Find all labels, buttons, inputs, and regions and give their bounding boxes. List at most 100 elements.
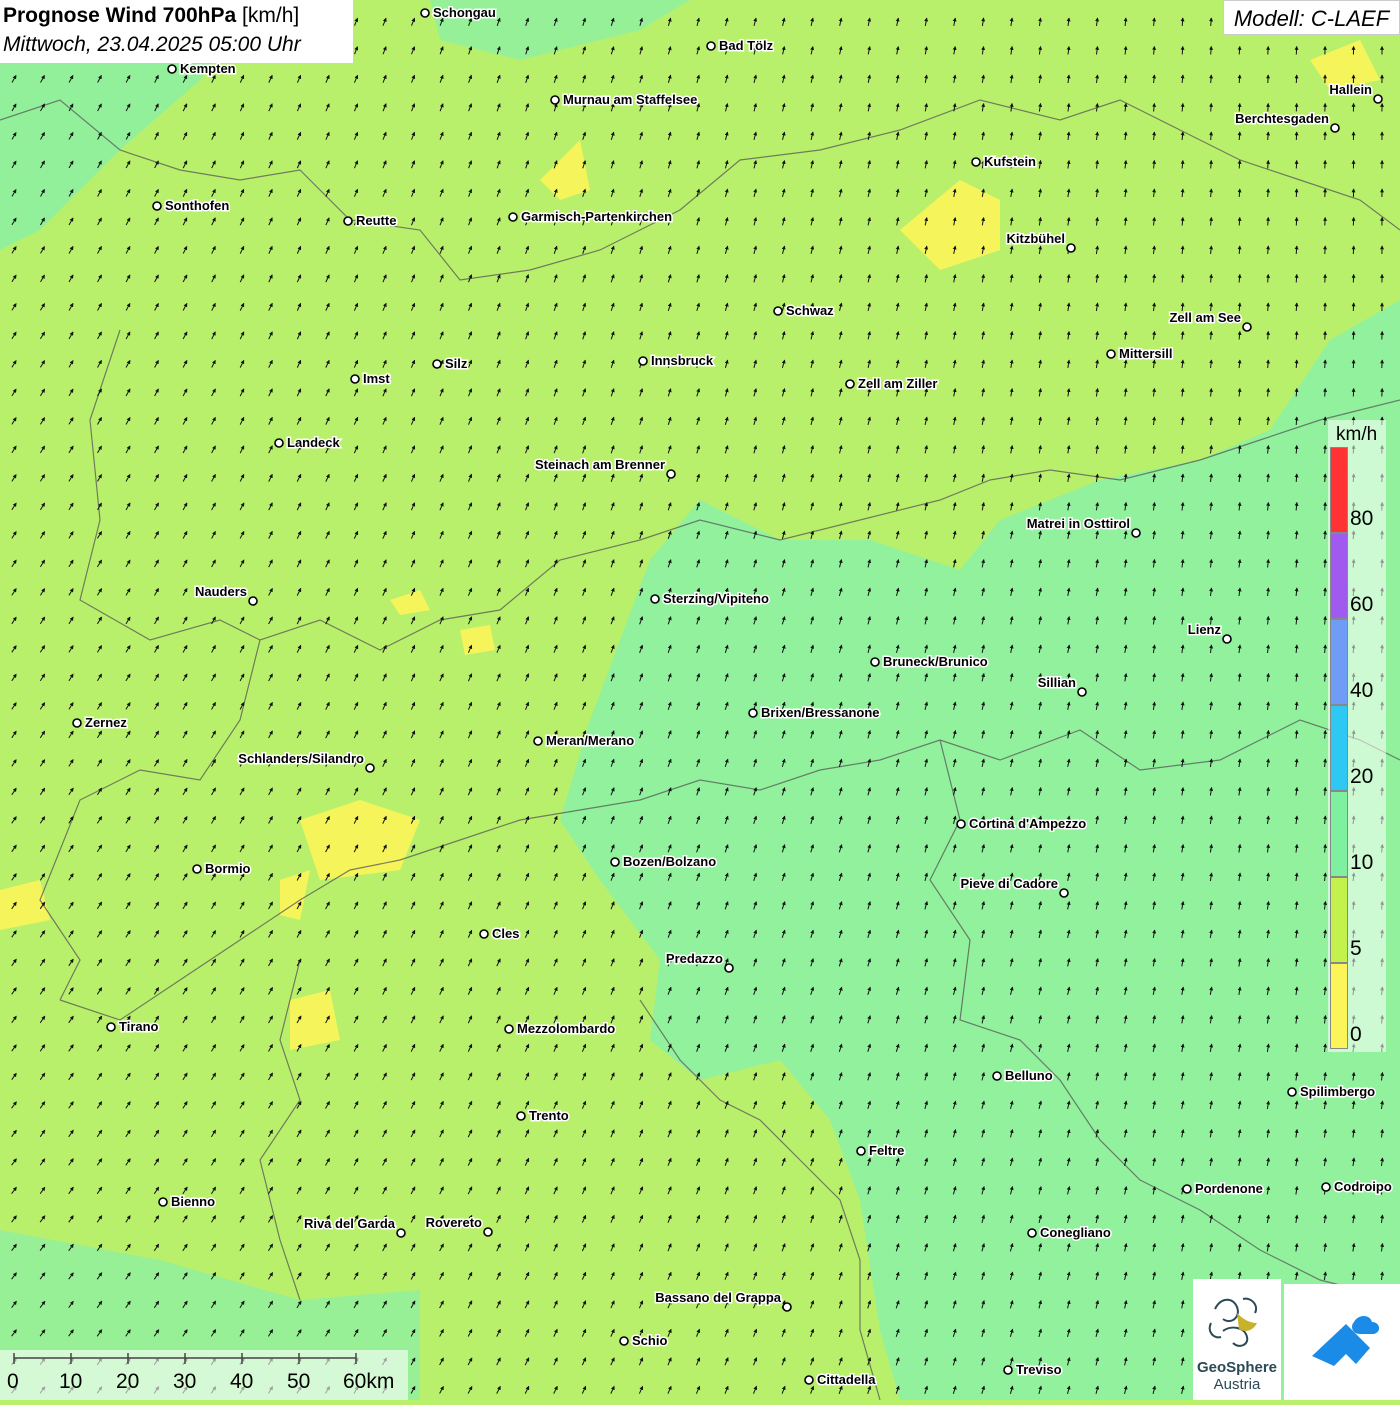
title-main: Prognose Wind 700hPa xyxy=(3,4,236,27)
city-marker-icon xyxy=(749,709,757,717)
legend-unit: km/h xyxy=(1336,424,1377,446)
city-label: Feltre xyxy=(869,1143,904,1158)
city-marker-icon xyxy=(484,1228,492,1236)
city-label: Zell am Ziller xyxy=(858,376,937,391)
map-title: Prognose Wind 700hPa [km/h] xyxy=(3,0,353,31)
app-cloud-icon xyxy=(1284,1284,1400,1400)
legend-color-segment xyxy=(1330,447,1348,533)
city-marker-icon xyxy=(159,1198,167,1206)
city-label: Bormio xyxy=(205,861,251,876)
city-label: Kitzbühel xyxy=(1007,231,1066,246)
city-label: Garmisch-Partenkirchen xyxy=(521,209,672,224)
city-label: Pieve di Cadore xyxy=(960,876,1058,891)
city-marker-icon xyxy=(805,1376,813,1384)
legend-tick-label: 60 xyxy=(1350,593,1373,617)
city-marker-icon xyxy=(517,1112,525,1120)
scale-label: 30 xyxy=(173,1370,196,1394)
city-label: Sterzing/Vipiteno xyxy=(663,591,769,606)
city-label: Imst xyxy=(363,371,390,386)
legend-color-segment xyxy=(1330,791,1348,877)
city-meran-merano: Meran/Merano xyxy=(534,733,634,748)
city-marker-icon xyxy=(73,719,81,727)
legend-color-segment xyxy=(1330,963,1348,1049)
city-marker-icon xyxy=(1322,1183,1330,1191)
scale-label: 50 xyxy=(287,1370,310,1394)
legend-tick-label: 5 xyxy=(1350,937,1362,961)
city-marker-icon xyxy=(534,737,542,745)
city-label: Bassano del Grappa xyxy=(655,1290,781,1305)
city-brixen-bressanone: Brixen/Bressanone xyxy=(749,705,880,720)
city-marker-icon xyxy=(421,9,429,17)
wind-map[interactable]: Schongau Bad Tölz Kempten Murnau am Staffel… xyxy=(0,0,1400,1400)
city-label: Trento xyxy=(529,1108,569,1123)
city-marker-icon xyxy=(397,1229,405,1237)
city-marker-icon xyxy=(433,360,441,368)
city-label: Schio xyxy=(632,1333,667,1348)
city-zell-am-ziller: Zell am Ziller xyxy=(846,376,937,391)
city-label: Sonthofen xyxy=(165,198,229,213)
legend-tick-label: 10 xyxy=(1350,851,1373,875)
city-label: Riva del Garda xyxy=(304,1216,396,1231)
scale-label: 10 xyxy=(59,1370,82,1394)
city-conegliano: Conegliano xyxy=(1028,1225,1111,1240)
city-label: Brixen/Bressanone xyxy=(761,705,880,720)
model-label: Modell: C-LAEF xyxy=(1223,0,1400,35)
color-legend: km/h 806040201050 xyxy=(1328,420,1386,1052)
city-marker-icon xyxy=(725,964,733,972)
city-marker-icon xyxy=(957,820,965,828)
city-marker-icon xyxy=(1060,889,1068,897)
city-marker-icon xyxy=(639,357,647,365)
city-marker-icon xyxy=(1078,688,1086,696)
city-label: Sillian xyxy=(1038,675,1076,690)
legend-color-segment xyxy=(1330,619,1348,705)
city-marker-icon xyxy=(774,307,782,315)
city-schongau: Schongau xyxy=(421,5,496,20)
city-marker-icon xyxy=(344,217,352,225)
city-bozen-bolzano: Bozen/Bolzano xyxy=(611,854,716,869)
city-label: Berchtesgaden xyxy=(1235,111,1329,126)
city-label: Zell am See xyxy=(1169,310,1241,325)
city-spilimbergo: Spilimbergo xyxy=(1288,1084,1375,1099)
city-label: Rovereto xyxy=(426,1215,482,1230)
title-unit: [km/h] xyxy=(242,4,299,27)
city-label: Schlanders/Silandro xyxy=(238,751,364,766)
geosphere-swirl-icon xyxy=(1193,1279,1281,1359)
city-label: Kempten xyxy=(180,61,236,76)
legend-tick-label: 80 xyxy=(1350,507,1373,531)
city-marker-icon xyxy=(153,202,161,210)
legend-color-segment xyxy=(1330,705,1348,791)
city-murnau-am-staffelsee: Murnau am Staffelsee xyxy=(551,92,697,107)
city-sonthofen: Sonthofen xyxy=(153,198,229,213)
city-label: Tirano xyxy=(119,1019,159,1034)
city-marker-icon xyxy=(1243,323,1251,331)
city-marker-icon xyxy=(1132,529,1140,537)
geosphere-austria-logo[interactable]: GeoSphere Austria xyxy=(1193,1279,1281,1400)
legend-tick-label: 0 xyxy=(1350,1023,1362,1047)
city-marker-icon xyxy=(783,1303,791,1311)
weather-app-logo[interactable] xyxy=(1284,1284,1400,1400)
city-label: Innsbruck xyxy=(651,353,714,368)
city-label: Landeck xyxy=(287,435,341,450)
city-marker-icon xyxy=(1331,124,1339,132)
city-sterzing-vipiteno: Sterzing/Vipiteno xyxy=(651,591,769,606)
legend-tick-label: 20 xyxy=(1350,765,1373,789)
city-marker-icon xyxy=(107,1023,115,1031)
city-label: Codroipo xyxy=(1334,1179,1392,1194)
scale-label: 0 xyxy=(7,1370,19,1394)
city-label: Matrei in Osttirol xyxy=(1027,516,1130,531)
city-label: Bruneck/Brunico xyxy=(883,654,988,669)
city-label: Reutte xyxy=(356,213,396,228)
city-marker-icon xyxy=(611,858,619,866)
city-label: Bad Tölz xyxy=(719,38,774,53)
city-marker-icon xyxy=(366,764,374,772)
city-marker-icon xyxy=(249,597,257,605)
city-label: Meran/Merano xyxy=(546,733,634,748)
scale-label: 20 xyxy=(116,1370,139,1394)
city-marker-icon xyxy=(193,865,201,873)
city-label: Mezzolombardo xyxy=(517,1021,615,1036)
city-label: Pordenone xyxy=(1195,1181,1263,1196)
city-marker-icon xyxy=(667,470,675,478)
city-label: Cittadella xyxy=(817,1372,876,1387)
city-marker-icon xyxy=(1374,95,1382,103)
city-innsbruck: Innsbruck xyxy=(639,353,714,368)
